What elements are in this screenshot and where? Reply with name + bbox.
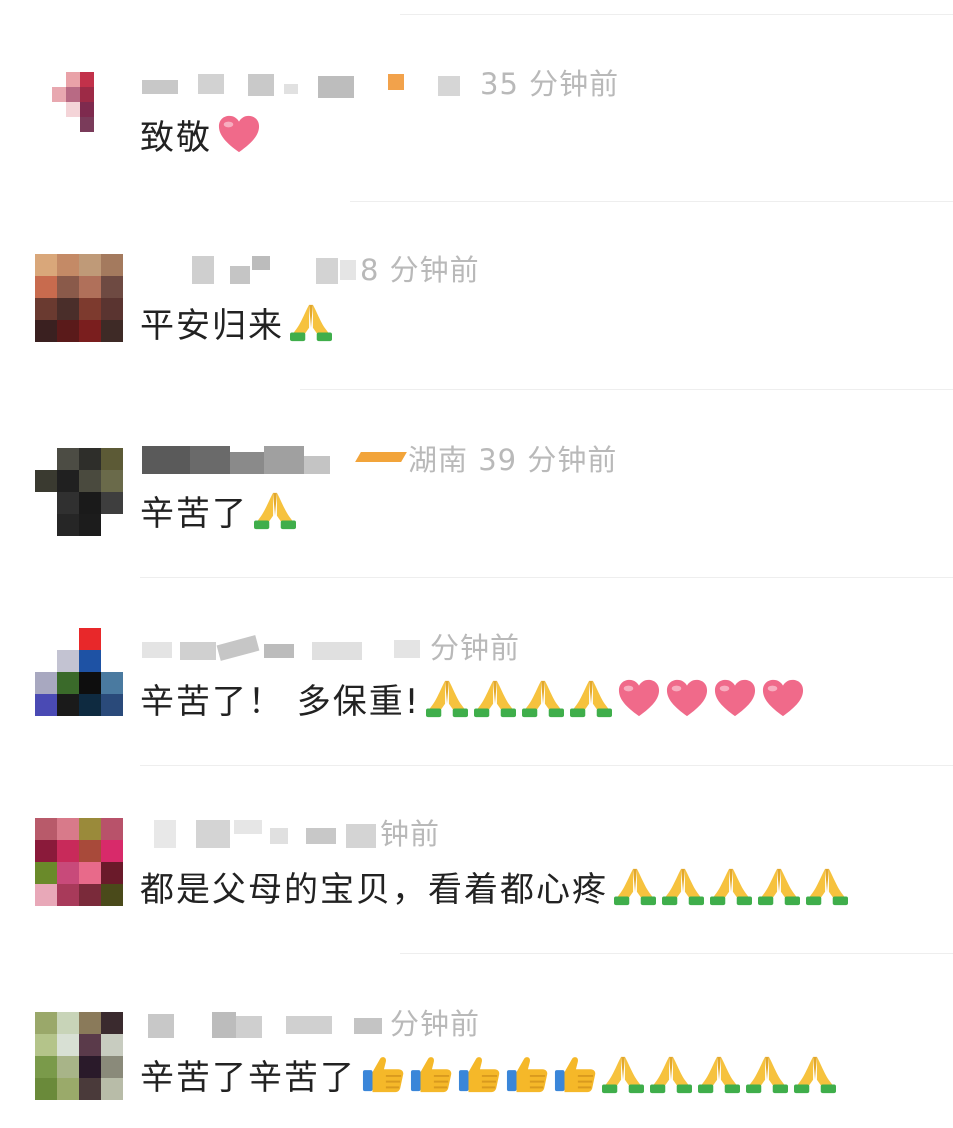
- thumbs-up-icon: [360, 1053, 406, 1095]
- pray-icon: [424, 677, 470, 719]
- avatar[interactable]: [35, 448, 123, 536]
- username-blurred: [140, 1002, 390, 1042]
- username-blurred: [140, 626, 430, 666]
- avatar[interactable]: [35, 254, 123, 342]
- comment-content: 辛苦了！ 多保重!: [140, 672, 808, 724]
- pray-icon: [520, 677, 566, 719]
- emoji-row: [612, 865, 852, 907]
- emoji-row: [252, 489, 300, 531]
- pray-icon: [804, 865, 850, 907]
- heart-icon: [760, 677, 806, 719]
- comment-time: 钟前: [380, 817, 441, 851]
- username-blurred: [140, 812, 380, 852]
- comment-text: 辛苦了！ 多保重!: [140, 681, 421, 722]
- comment-item[interactable]: 8 分钟前 平安归来: [0, 188, 953, 376]
- comment-time: 8 分钟前: [360, 253, 480, 287]
- comment-time: 湖南 39 分钟前: [408, 443, 618, 477]
- comment-content: 辛苦了: [140, 484, 300, 536]
- pray-icon: [288, 301, 334, 343]
- pray-icon: [600, 1053, 646, 1095]
- comment-content: 辛苦了辛苦了: [140, 1048, 840, 1100]
- heart-icon: [616, 677, 662, 719]
- heart-icon: [664, 677, 710, 719]
- username-blurred: [140, 62, 480, 102]
- username-blurred: [140, 438, 408, 478]
- pray-icon: [792, 1053, 838, 1095]
- comment-text: 都是父母的宝贝，看着都心疼: [140, 869, 608, 910]
- pray-icon: [568, 677, 614, 719]
- emoji-row: [216, 113, 264, 155]
- avatar[interactable]: [35, 1012, 123, 1100]
- thumbs-up-icon: [408, 1053, 454, 1095]
- pray-icon: [252, 489, 298, 531]
- comment-item[interactable]: 分钟前 辛苦了辛苦了: [0, 940, 953, 1128]
- avatar[interactable]: [35, 818, 123, 906]
- username-blurred: [140, 248, 360, 288]
- heart-icon: [712, 677, 758, 719]
- pray-icon: [660, 865, 706, 907]
- comment-text: 辛苦了辛苦了: [140, 1057, 356, 1098]
- avatar[interactable]: [52, 72, 108, 132]
- comment-item[interactable]: 35 分钟前 致敬: [0, 0, 953, 188]
- comment-content: 都是父母的宝贝，看着都心疼: [140, 860, 852, 912]
- pray-icon: [472, 677, 518, 719]
- comment-text: 平安归来: [140, 305, 284, 346]
- avatar[interactable]: [35, 628, 123, 716]
- pray-icon: [744, 1053, 790, 1095]
- pray-icon: [612, 865, 658, 907]
- comment-time: 分钟前: [390, 1007, 481, 1041]
- comment-meta: 湖南 39 分钟前: [140, 438, 617, 478]
- thumbs-up-icon: [456, 1053, 502, 1095]
- comment-meta: 8 分钟前: [140, 248, 480, 288]
- thumbs-up-icon: [552, 1053, 598, 1095]
- comment-meta: 35 分钟前: [140, 62, 619, 102]
- comment-item[interactable]: 湖南 39 分钟前 辛苦了: [0, 376, 953, 564]
- comment-meta: 分钟前: [140, 626, 520, 666]
- comment-text: 辛苦了: [140, 493, 248, 534]
- comment-time: 35 分钟前: [480, 67, 620, 101]
- comment-item[interactable]: 钟前 都是父母的宝贝，看着都心疼: [0, 752, 953, 940]
- comment-content: 平安归来: [140, 296, 336, 348]
- pray-icon: [756, 865, 802, 907]
- comment-item[interactable]: 分钟前 辛苦了！ 多保重!: [0, 564, 953, 752]
- heart-icon: [216, 113, 262, 155]
- pray-icon: [648, 1053, 694, 1095]
- comment-meta: 钟前: [140, 812, 440, 852]
- comment-meta: 分钟前: [140, 1002, 480, 1042]
- emoji-row: [360, 1053, 840, 1095]
- emoji-row: [424, 677, 808, 719]
- pray-icon: [708, 865, 754, 907]
- comment-content: 致敬: [140, 108, 264, 160]
- comment-time: 分钟前: [430, 631, 521, 665]
- thumbs-up-icon: [504, 1053, 550, 1095]
- comment-text: 致敬: [140, 117, 212, 158]
- emoji-row: [288, 301, 336, 343]
- pray-icon: [696, 1053, 742, 1095]
